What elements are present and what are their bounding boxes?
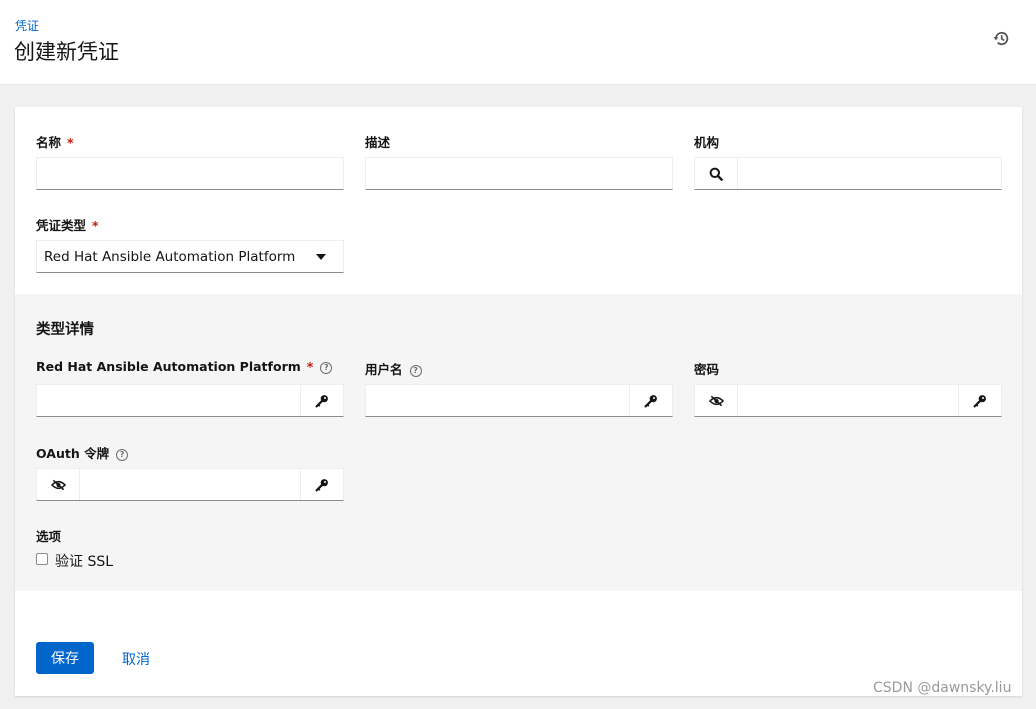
key-icon	[644, 394, 657, 407]
breadcrumb-credentials[interactable]: 凭证	[15, 17, 39, 34]
oauth-secret-lookup-button[interactable]	[300, 469, 343, 500]
username-label: 用户名?	[365, 359, 422, 378]
description-input[interactable]	[366, 158, 672, 189]
eye-slash-icon	[50, 479, 66, 490]
username-secret-lookup-button[interactable]	[629, 385, 672, 416]
host-secret-lookup-button[interactable]	[300, 385, 343, 416]
type-details-title: 类型详情	[36, 322, 94, 338]
name-field[interactable]	[36, 157, 344, 190]
password-label: 密码	[694, 362, 720, 377]
description-field[interactable]	[365, 157, 673, 190]
cancel-button[interactable]: 取消	[122, 649, 150, 669]
host-field[interactable]	[36, 384, 344, 417]
type-details-section: 类型详情 Red Hat Ansible Automation Platform…	[15, 294, 1022, 591]
required-marker: *	[67, 135, 74, 150]
username-field[interactable]	[365, 384, 673, 417]
credential-type-label: 凭证类型 *	[36, 218, 99, 233]
toggle-oauth-visibility-button[interactable]	[37, 469, 80, 500]
oauth-token-label: OAuth 令牌?	[36, 443, 129, 462]
password-input[interactable]	[738, 385, 959, 416]
credential-type-value: Red Hat Ansible Automation Platform	[44, 249, 296, 265]
credential-form: 名称 * 描述 机构 凭证类型 * Red Hat Ansible Automati…	[15, 107, 1022, 696]
key-icon	[315, 478, 328, 491]
key-icon	[973, 394, 986, 407]
host-input[interactable]	[37, 385, 301, 416]
name-input[interactable]	[37, 158, 343, 189]
history-icon[interactable]	[992, 29, 1011, 48]
help-icon[interactable]: ?	[116, 449, 129, 461]
required-marker: *	[306, 359, 314, 374]
oauth-token-field[interactable]	[36, 468, 344, 501]
required-marker: *	[92, 218, 99, 233]
toggle-password-visibility-button[interactable]	[695, 385, 738, 416]
organization-label: 机构	[694, 135, 720, 150]
credential-type-select[interactable]: Red Hat Ansible Automation Platform	[36, 240, 344, 273]
eye-slash-icon	[708, 395, 724, 406]
watermark: CSDN @dawnsky.liu	[873, 680, 1012, 696]
search-icon	[709, 167, 723, 181]
save-button[interactable]: 保存	[36, 642, 94, 674]
options-label: 选项	[36, 529, 62, 544]
key-icon	[315, 394, 328, 407]
password-secret-lookup-button[interactable]	[958, 385, 1001, 416]
password-field[interactable]	[694, 384, 1002, 417]
username-input[interactable]	[366, 385, 630, 416]
organization-field[interactable]	[694, 157, 1002, 190]
verify-ssl-checkbox[interactable]	[36, 553, 48, 565]
help-icon[interactable]: ?	[409, 365, 422, 377]
verify-ssl-label[interactable]: 验证 SSL	[55, 551, 113, 571]
organization-lookup-button[interactable]	[695, 158, 738, 189]
name-label: 名称 *	[36, 135, 74, 150]
host-label: Red Hat Ansible Automation Platform *?	[36, 359, 333, 374]
page-header: 凭证 创建新凭证	[0, 0, 1036, 85]
caret-down-icon	[316, 254, 326, 260]
organization-input[interactable]	[738, 158, 1001, 189]
description-label: 描述	[365, 135, 391, 150]
page-title: 创建新凭证	[14, 40, 119, 64]
help-icon[interactable]: ?	[320, 362, 333, 374]
oauth-token-input[interactable]	[80, 469, 301, 500]
